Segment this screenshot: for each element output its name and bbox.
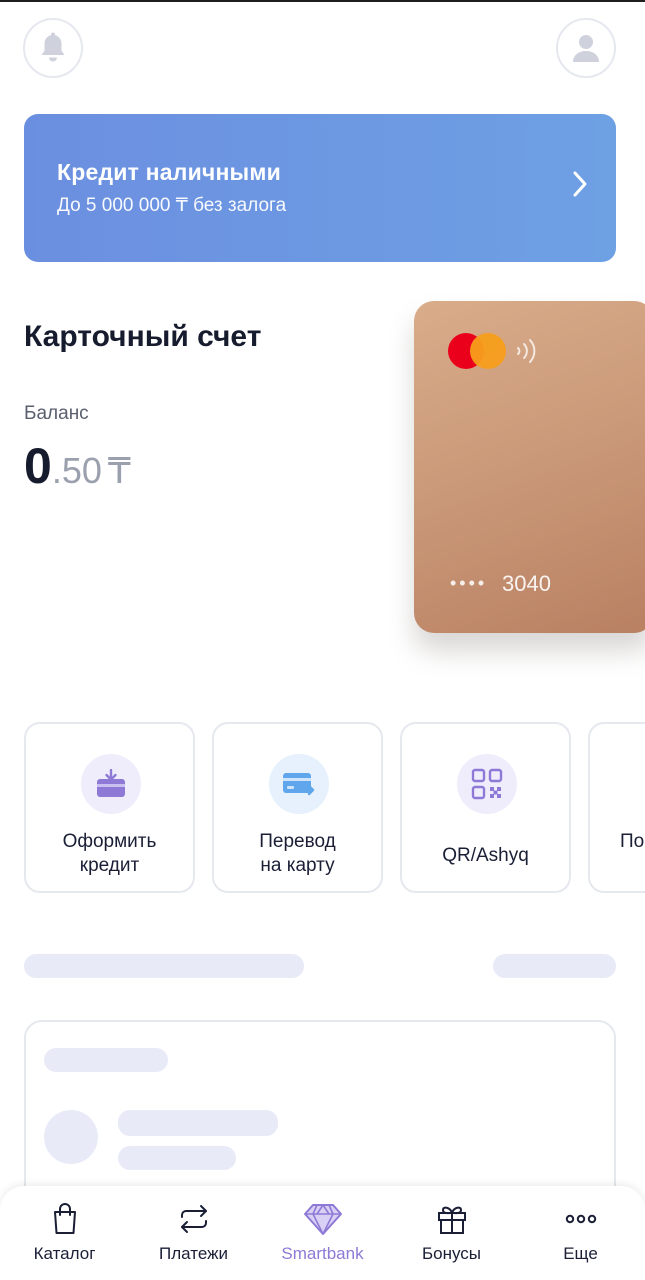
action-label-line1: Перевод (259, 831, 336, 852)
gift-icon (437, 1206, 466, 1234)
balance-amount: 0.50 ₸ (24, 436, 131, 509)
repeat-icon (180, 1205, 207, 1233)
tab-label: Smartbank (281, 1244, 364, 1263)
bag-icon (53, 1203, 76, 1234)
banner-title: Кредит наличными (57, 159, 281, 185)
quick-actions: Оформить кредит Перевод на карту QR/Ashy… (24, 722, 645, 894)
cash-credit-banner[interactable]: Кредит наличными До 5 000 000 ₸ без зало… (24, 114, 616, 262)
tab-label: Платежи (159, 1244, 228, 1263)
mastercard-logo (448, 333, 506, 369)
bell-icon (41, 32, 65, 62)
skeleton-line (118, 1146, 236, 1170)
skeleton-section-title (24, 954, 304, 978)
balance-integer: 0 (24, 438, 52, 494)
action-label-line1: Оформить (62, 831, 157, 852)
action-transfer-to-card[interactable]: Перевод на карту (212, 722, 383, 893)
more-icon (565, 1214, 596, 1224)
skeleton-line (44, 1048, 168, 1072)
currency-sign: ₸ (107, 450, 131, 491)
action-partial[interactable]: По (588, 722, 645, 893)
account-title: Карточный счет (24, 320, 262, 353)
skeleton-section-link (493, 954, 616, 978)
tab-label: Еще (563, 1244, 598, 1263)
qr-icon (457, 754, 517, 814)
action-apply-credit[interactable]: Оформить кредит (24, 722, 195, 893)
tab-more[interactable]: Еще (516, 1186, 645, 1280)
tab-label: Каталог (33, 1244, 96, 1263)
notifications-button[interactable] (23, 18, 83, 78)
chevron-right-icon (573, 171, 587, 197)
tab-smartbank[interactable]: Smartbank (258, 1186, 387, 1280)
diamond-icon (303, 1204, 342, 1235)
card-last-digits: 3040 (502, 571, 551, 596)
card-transfer-icon (269, 754, 329, 814)
action-label-line2: на карту (260, 855, 335, 876)
card-mask: •••• (450, 573, 488, 593)
user-icon (573, 35, 599, 62)
action-label: QR/Ashyq (442, 845, 529, 866)
skeleton-line (118, 1110, 278, 1136)
tab-payments[interactable]: Платежи (129, 1186, 258, 1280)
tab-bonuses[interactable]: Бонусы (387, 1186, 516, 1280)
balance-decimal: .50 (51, 450, 102, 491)
bottom-tab-bar: Каталог Платежи Smartbank Бонусы Еще (0, 1186, 645, 1280)
bank-card[interactable]: •••• 3040 (414, 301, 645, 633)
tab-label: Бонусы (421, 1244, 482, 1263)
contactless-icon (517, 339, 536, 363)
tab-catalog[interactable]: Каталог (0, 1186, 129, 1280)
balance-label: Баланс (24, 403, 89, 424)
action-label-line2: кредит (79, 855, 140, 876)
skeleton-avatar (44, 1110, 98, 1164)
credit-icon (81, 754, 141, 814)
top-border (0, 0, 645, 2)
action-label-partial: По (620, 831, 645, 852)
profile-button[interactable] (556, 18, 616, 78)
action-qr-ashyq[interactable]: QR/Ashyq (400, 722, 571, 893)
banner-subtitle: До 5 000 000 ₸ без залога (57, 195, 287, 216)
